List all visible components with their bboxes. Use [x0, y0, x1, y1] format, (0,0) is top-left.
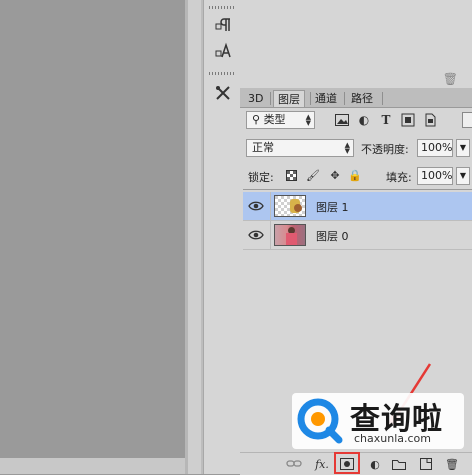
visibility-eye-icon[interactable]	[248, 229, 264, 241]
spin-arrows-icon: ▲ ▼	[344, 141, 350, 155]
opacity-input[interactable]: 100%	[417, 139, 453, 157]
blend-mode-select[interactable]: 正常 ▲ ▼	[246, 139, 354, 157]
opacity-label: 不透明度:	[361, 143, 409, 156]
new-group-icon[interactable]	[391, 456, 407, 472]
tab-layers[interactable]: 图层	[273, 90, 305, 107]
layer-thumbnail	[274, 224, 306, 246]
layer-list-divider	[243, 189, 472, 190]
tab-channels[interactable]: 通道	[311, 90, 341, 107]
lock-position-icon[interactable]: ✥	[328, 168, 342, 182]
watermark-logo-icon	[297, 398, 343, 444]
spin-arrows-icon: ▲ ▼	[305, 113, 311, 127]
link-layers-icon[interactable]	[286, 456, 302, 472]
blend-mode-value: 正常	[252, 141, 274, 154]
filter-shape-icon[interactable]	[400, 112, 416, 128]
fill-input[interactable]: 100%	[417, 167, 453, 185]
watermark-domain: chaxunla.com	[354, 432, 431, 445]
panel-icon-strip	[203, 0, 241, 474]
grip-handle[interactable]	[209, 6, 235, 9]
grip-handle[interactable]	[209, 72, 235, 75]
upper-panel: 🗑	[240, 0, 472, 89]
character-icon[interactable]	[212, 40, 234, 62]
search-icon: ⚲	[252, 113, 261, 126]
lock-transparent-pixels-icon[interactable]	[284, 168, 298, 182]
lock-all-icon[interactable]: 🔒	[348, 168, 362, 182]
visibility-eye-icon[interactable]	[248, 200, 264, 212]
layer-thumbnail	[274, 195, 306, 217]
filter-toggle-switch[interactable]	[462, 112, 472, 128]
filter-kind-label: 类型	[263, 113, 286, 126]
tab-paths[interactable]: 路径	[347, 90, 377, 107]
layer-name: 图层 0	[316, 230, 349, 243]
filter-adjustment-icon[interactable]: ◐	[356, 112, 372, 128]
lock-image-pixels-icon[interactable]: 🖌	[306, 168, 320, 182]
layer-name: 图层 1	[316, 201, 349, 214]
fill-label: 填充:	[386, 171, 412, 184]
canvas-scroll-gutter	[185, 0, 203, 474]
highlight-box	[334, 452, 360, 474]
new-layer-icon[interactable]	[418, 456, 434, 472]
fill-dropdown-button[interactable]: ▼	[456, 167, 470, 185]
tab-separator	[344, 92, 345, 105]
adjustment-layer-icon[interactable]: ◐	[367, 456, 383, 472]
canvas-bottom-bar	[0, 458, 185, 474]
lock-label: 锁定:	[248, 171, 274, 184]
tab-separator	[382, 92, 383, 105]
tool-presets-icon[interactable]	[212, 82, 234, 104]
document-canvas[interactable]	[0, 0, 185, 460]
row-divider	[270, 221, 271, 249]
tab-separator	[270, 92, 271, 105]
opacity-dropdown-button[interactable]: ▼	[456, 139, 470, 157]
filter-pixel-icon[interactable]	[334, 112, 350, 128]
filter-smart-object-icon[interactable]	[422, 112, 438, 128]
row-divider	[270, 192, 271, 220]
paragraph-icon[interactable]	[212, 14, 234, 36]
delete-layer-icon[interactable]: 🗑	[444, 456, 460, 472]
layer-row[interactable]: 图层 0	[243, 221, 472, 250]
layer-row[interactable]: 图层 1	[243, 192, 472, 221]
layer-filter-select[interactable]: ⚲ 类型 ▲ ▼	[246, 111, 315, 129]
filter-type-icon[interactable]: T	[378, 112, 394, 128]
trash-icon[interactable]: 🗑	[443, 72, 458, 86]
panel-tab-bar: 3D 图层 通道 路径	[240, 88, 472, 108]
layer-style-fx-button[interactable]: fx.	[314, 456, 330, 472]
tab-3d[interactable]: 3D	[244, 90, 267, 107]
